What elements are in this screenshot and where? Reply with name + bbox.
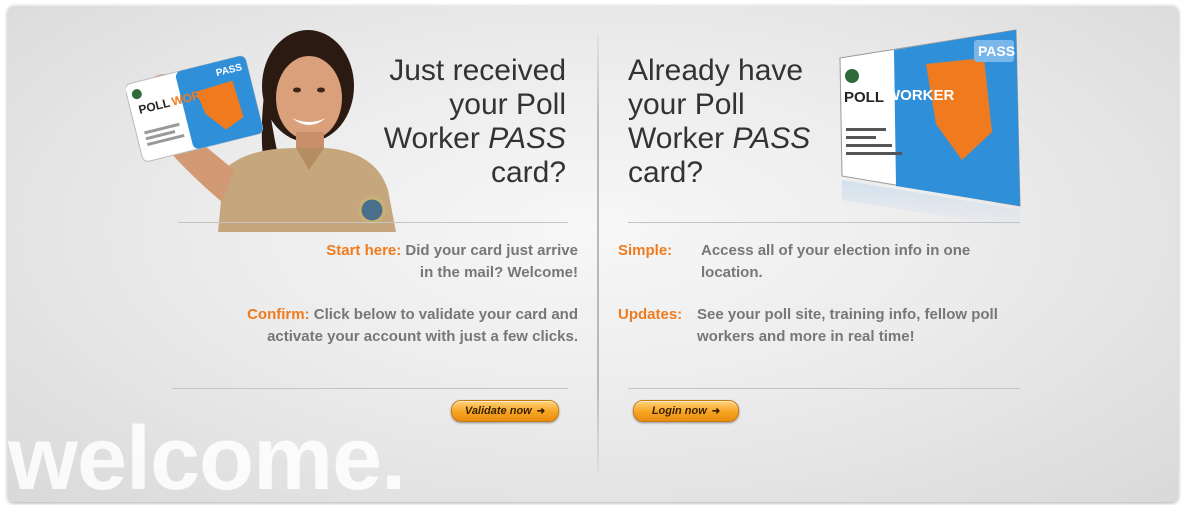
validate-now-label: Validate now [464,405,532,417]
simple-description: Access all of your election info in one … [701,242,971,281]
poll-worker-pass-card-image: PASS POLL WORKER [839,29,1021,228]
right-divider-bottom [628,388,1020,389]
confirm-text: Confirm: Click below to validate your ca… [158,304,578,348]
confirm-label: Confirm: [247,306,310,323]
arrow-right-icon: ➜ [711,405,721,417]
left-headline-line1: Just received [389,54,566,87]
start-here-text: Start here: Did your card just arrive in… [188,240,578,284]
right-headline-line1: Already have [628,54,804,87]
right-headline: Already have your Poll Worker PASS card? [628,54,848,190]
welcome-watermark: welcome. [8,409,406,502]
confirm-text-b: activate your account with just a few cl… [267,328,578,345]
card-poll-text: POLL [844,89,884,106]
updates-label: Updates: [618,306,683,323]
card-worker-text: WORKER [886,87,954,104]
left-headline-line3a: Worker [383,122,489,155]
login-now-button[interactable]: Login now ➜ [633,400,739,422]
left-headline-line4: card? [490,156,566,189]
simple-text: Simple: Access all of your election info… [618,240,1038,290]
confirm-text-a: Click below to validate your card and [309,306,578,323]
right-headline-pass: PASS [732,122,811,155]
right-headline-line4: card? [628,156,704,189]
validate-now-button[interactable]: Validate now ➜ [451,400,559,422]
vertical-divider [597,34,599,474]
login-now-label: Login now [651,405,707,417]
simple-label: Simple: [618,242,673,259]
card-pass-text: PASS [978,43,1015,59]
left-divider-top [178,222,568,223]
right-headline-line2: your Poll [628,88,745,121]
start-here-text-a: Did your card just arrive [401,242,578,259]
right-divider-top [628,222,1020,223]
arrow-right-icon: ➜ [536,405,546,417]
right-headline-line3a: Worker [628,122,733,155]
left-headline: Just received your Poll Worker PASS card… [348,54,566,190]
welcome-panel: POLL WORKER PASS Just received your Poll… [8,6,1178,502]
start-here-label: Start here: [326,242,402,259]
updates-description: See your poll site, training info, fello… [697,306,998,345]
updates-text: Updates: See your poll site, training in… [618,304,1038,354]
left-headline-line2: your Poll [449,88,566,121]
left-divider-bottom [172,388,568,389]
start-here-text-b: in the mail? Welcome! [419,264,578,281]
left-headline-pass: PASS [488,122,566,155]
